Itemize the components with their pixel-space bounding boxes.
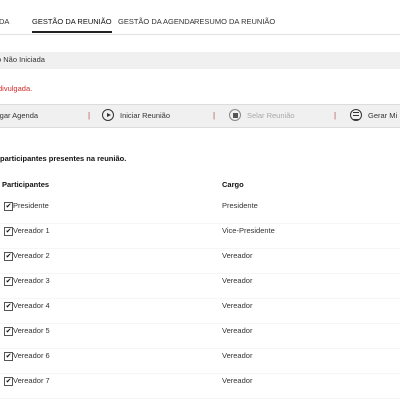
- start-meeting-label: Iniciar Reunião: [120, 111, 171, 120]
- stop-icon: [229, 109, 241, 122]
- tab-agenda-partial[interactable]: DA: [0, 0, 9, 33]
- meeting-status-text: o Não Iniciada: [0, 55, 45, 64]
- participant-present-checkbox[interactable]: ✔: [4, 302, 13, 311]
- table-row: ✔ Vereador 5 Vereador: [0, 326, 400, 351]
- warning-message: divulgada.: [0, 84, 33, 93]
- participant-name: Presidente: [13, 201, 49, 210]
- participant-present-checkbox[interactable]: ✔: [4, 327, 13, 336]
- participant-present-checkbox[interactable]: ✔: [4, 277, 13, 286]
- participant-present-checkbox[interactable]: ✔: [4, 352, 13, 361]
- participant-role: Vereador: [222, 301, 253, 310]
- tab-resumo-da-reuniao[interactable]: RESUMO DA REUNIÃO: [194, 0, 275, 33]
- tab-gestao-da-agenda[interactable]: GESTÃO DA AGENDA: [118, 0, 195, 33]
- participant-name: Vereador 4: [13, 301, 50, 310]
- publish-agenda-button[interactable]: lgar Agenda: [0, 105, 38, 127]
- table-row: ✔ Presidente Presidente: [0, 201, 400, 226]
- participant-role: Vereador: [222, 376, 253, 385]
- participant-present-checkbox[interactable]: ✔: [4, 252, 13, 261]
- publish-agenda-label: lgar Agenda: [0, 111, 39, 120]
- participant-role: Vice-Presidente: [222, 226, 275, 235]
- participant-role: Vereador: [222, 326, 253, 335]
- table-row: ✔ Vereador 1 Vice-Presidente: [0, 226, 400, 251]
- seal-meeting-button[interactable]: Selar Reunião: [229, 105, 295, 127]
- participant-name: Vereador 1: [13, 226, 50, 235]
- start-meeting-button[interactable]: Iniciar Reunião: [102, 105, 170, 127]
- participant-name: Vereador 5: [13, 326, 50, 335]
- participant-present-checkbox[interactable]: ✔: [4, 227, 13, 236]
- participant-name: Vereador 2: [13, 251, 50, 260]
- generate-minutes-button[interactable]: Gerar Mi: [350, 105, 397, 127]
- participant-role: Vereador: [222, 251, 253, 260]
- participant-role: Vereador: [222, 351, 253, 360]
- participant-present-checkbox[interactable]: ✔: [4, 202, 13, 211]
- generate-minutes-label: Gerar Mi: [368, 111, 398, 120]
- toolbar-separator: |: [88, 111, 91, 120]
- participants-column-header: Participantes: [2, 180, 50, 189]
- meeting-status-bar: o Não Iniciada: [0, 52, 400, 69]
- attendance-instruction: participantes presentes na reunião.: [0, 154, 127, 163]
- toolbar-separator: |: [213, 111, 216, 120]
- table-row: ✔ Vereador 6 Vereador: [0, 351, 400, 376]
- table-row: ✔ Vereador 2 Vereador: [0, 251, 400, 276]
- toolbar-separator: |: [334, 111, 337, 120]
- participant-role: Presidente: [222, 201, 258, 210]
- participant-present-checkbox[interactable]: ✔: [4, 377, 13, 386]
- table-row: ✔ Vereador 4 Vereador: [0, 301, 400, 326]
- tab-gestao-da-reuniao[interactable]: GESTÃO DA REUNIÃO: [32, 0, 112, 33]
- table-row: ✔ Vereador 7 Vereador: [0, 376, 400, 401]
- document-icon: [350, 109, 362, 122]
- participant-role: Vereador: [222, 276, 253, 285]
- table-row: ✔ Vereador 3 Vereador: [0, 276, 400, 301]
- participant-name: Vereador 3: [13, 276, 50, 285]
- meeting-toolbar: lgar Agenda | Iniciar Reunião | Selar Re…: [0, 104, 400, 128]
- play-icon: [102, 109, 114, 122]
- seal-meeting-label: Selar Reunião: [247, 111, 295, 120]
- participant-name: Vereador 7: [13, 376, 50, 385]
- tab-bar: DA GESTÃO DA REUNIÃO GESTÃO DA AGENDA RE…: [0, 0, 400, 35]
- participant-name: Vereador 6: [13, 351, 50, 360]
- role-column-header: Cargo: [222, 180, 244, 189]
